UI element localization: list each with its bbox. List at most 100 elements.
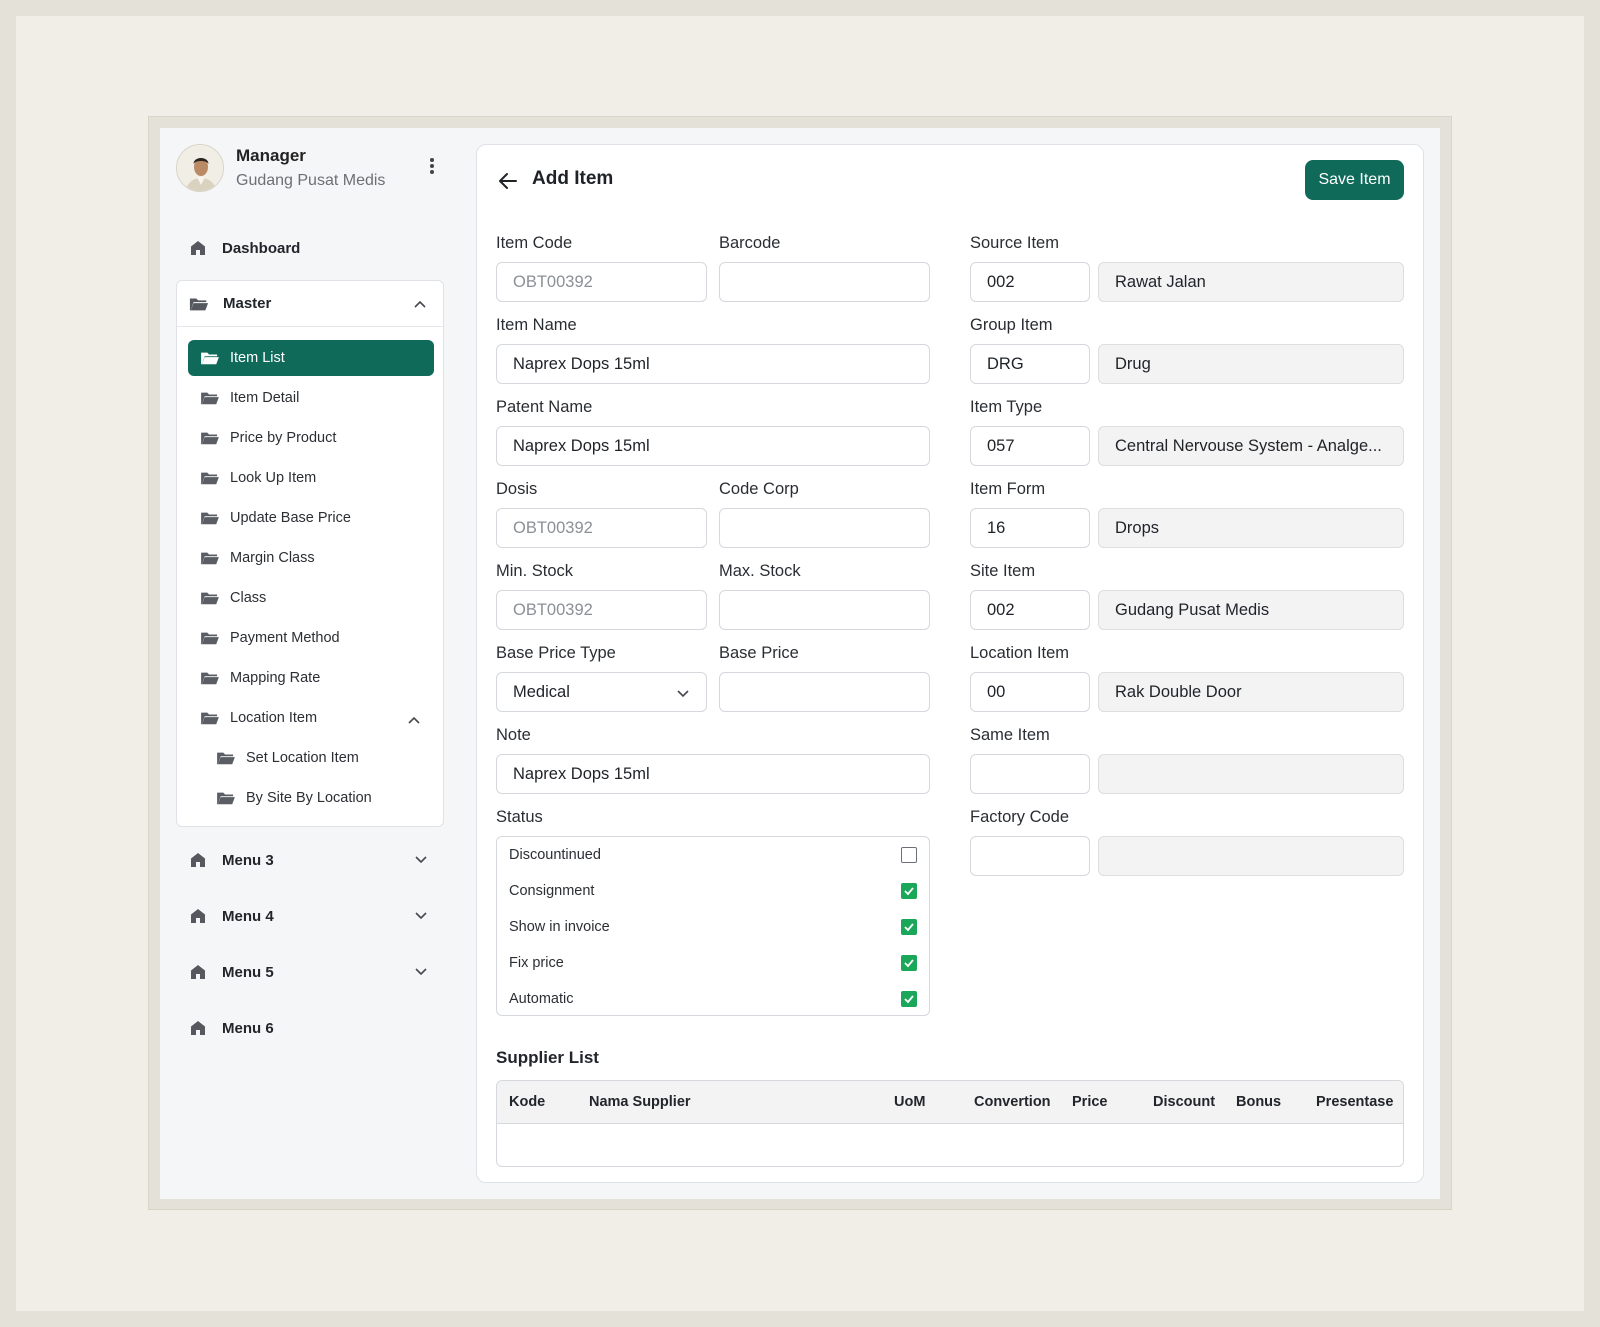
item-code-input[interactable] xyxy=(496,262,707,302)
sidebar-subitem-label: Item List xyxy=(230,350,285,366)
supplier-list-title: Supplier List xyxy=(496,1048,599,1067)
sidebar-subitem-label: Look Up Item xyxy=(230,470,317,486)
sidebar-subitem-set-location-item[interactable]: Set Location Item xyxy=(188,740,434,776)
status-option-label: Show in invoice xyxy=(509,919,610,935)
item-form-name-field xyxy=(1098,508,1404,548)
sidebar-subitem-by-site-by-location[interactable]: By Site By Location xyxy=(188,780,434,816)
sidebar-subitem-class[interactable]: Class xyxy=(188,580,434,616)
chevron-down-icon xyxy=(414,909,428,923)
base-price-input[interactable] xyxy=(719,672,930,712)
save-item-button[interactable]: Save Item xyxy=(1305,160,1404,200)
status-option-row: Discountinued xyxy=(497,837,929,873)
item-name-input[interactable] xyxy=(496,344,930,384)
group-item-label: Group Item xyxy=(970,316,1053,334)
folder-open-icon xyxy=(200,470,220,486)
factory-code-code-input[interactable] xyxy=(970,836,1090,876)
note-label: Note xyxy=(496,726,531,744)
checkbox-checked[interactable] xyxy=(901,955,917,971)
checkbox-checked[interactable] xyxy=(901,919,917,935)
sidebar-item-label: Master xyxy=(223,295,272,312)
sidebar-subitem-margin-class[interactable]: Margin Class xyxy=(188,540,434,576)
checkbox-unchecked[interactable] xyxy=(901,847,917,863)
sidebar-subitem-location-item[interactable]: Location Item xyxy=(188,700,434,736)
same-item-name-field xyxy=(1098,754,1404,794)
sidebar-subitem-label: Payment Method xyxy=(230,630,340,646)
user-profile: Manager Gudang Pusat Medis xyxy=(176,144,446,194)
site-item-name-field xyxy=(1098,590,1404,630)
folder-open-icon xyxy=(200,710,220,726)
code-corp-label: Code Corp xyxy=(719,480,799,498)
patent-name-input[interactable] xyxy=(496,426,930,466)
chevron-up-icon xyxy=(408,711,420,724)
sidebar-subitem-price-by-product[interactable]: Price by Product xyxy=(188,420,434,456)
status-option-label: Discountinued xyxy=(509,847,601,863)
chevron-down-icon xyxy=(676,686,690,700)
sidebar-item-label: Menu 6 xyxy=(222,1019,274,1037)
sidebar-item-menu-3[interactable]: Menu 3 xyxy=(176,842,444,878)
status-option-label: Fix price xyxy=(509,955,564,971)
page-title: Add Item xyxy=(532,168,614,189)
source-item-code-input[interactable] xyxy=(970,262,1090,302)
back-arrow-icon[interactable] xyxy=(496,169,520,193)
max-stock-input[interactable] xyxy=(719,590,930,630)
barcode-input[interactable] xyxy=(719,262,930,302)
base-price-type-select[interactable]: Medical xyxy=(496,672,707,712)
same-item-code-input[interactable] xyxy=(970,754,1090,794)
note-input[interactable] xyxy=(496,754,930,794)
home-icon xyxy=(188,962,208,982)
item-form-code-input[interactable] xyxy=(970,508,1090,548)
sidebar-subitem-payment-method[interactable]: Payment Method xyxy=(188,620,434,656)
folder-open-icon xyxy=(200,390,220,406)
sidebar-item-master[interactable]: Master xyxy=(177,281,443,327)
location-item-label: Location Item xyxy=(970,644,1070,662)
sidebar-item-dashboard[interactable]: Dashboard xyxy=(176,230,444,266)
location-item-code-input[interactable] xyxy=(970,672,1090,712)
column-header-uom[interactable]: UoM xyxy=(894,1094,925,1110)
home-icon xyxy=(188,850,208,870)
min-stock-input[interactable] xyxy=(496,590,707,630)
sidebar-item-menu-6[interactable]: Menu 6 xyxy=(176,1010,444,1046)
folder-open-icon xyxy=(216,790,236,806)
folder-open-icon xyxy=(200,670,220,686)
location-item-name-field xyxy=(1098,672,1404,712)
column-header-presentase[interactable]: Presentase xyxy=(1316,1094,1393,1110)
column-header-discount[interactable]: Discount xyxy=(1153,1094,1215,1110)
item-type-label: Item Type xyxy=(970,398,1043,416)
person-avatar-icon xyxy=(177,145,223,191)
factory-code-label: Factory Code xyxy=(970,808,1070,826)
factory-code-name-field xyxy=(1098,836,1404,876)
dosis-label: Dosis xyxy=(496,480,538,498)
status-option-label: Consignment xyxy=(509,883,595,899)
source-item-name-field xyxy=(1098,262,1404,302)
column-header-convertion[interactable]: Convertion xyxy=(974,1094,1051,1110)
sidebar-item-menu-5[interactable]: Menu 5 xyxy=(176,954,444,990)
sidebar-subitem-mapping-rate[interactable]: Mapping Rate xyxy=(188,660,434,696)
column-header-price[interactable]: Price xyxy=(1072,1094,1107,1110)
status-option-row: Fix price xyxy=(497,945,929,981)
dosis-input[interactable] xyxy=(496,508,707,548)
code-corp-input[interactable] xyxy=(719,508,930,548)
sidebar-subitem-item-list[interactable]: Item List xyxy=(188,340,434,376)
status-option-row: Show in invoice xyxy=(497,909,929,945)
column-header-bonus[interactable]: Bonus xyxy=(1236,1094,1281,1110)
sidebar-item-label: Menu 5 xyxy=(222,963,274,981)
more-options-icon[interactable] xyxy=(422,156,442,180)
source-item-label: Source Item xyxy=(970,234,1059,252)
folder-open-icon xyxy=(200,550,220,566)
checkbox-checked[interactable] xyxy=(901,883,917,899)
sidebar-item-menu-4[interactable]: Menu 4 xyxy=(176,898,444,934)
group-item-code-input[interactable] xyxy=(970,344,1090,384)
item-type-code-input[interactable] xyxy=(970,426,1090,466)
site-item-code-input[interactable] xyxy=(970,590,1090,630)
sidebar-subitem-update-base-price[interactable]: Update Base Price xyxy=(188,500,434,536)
column-header-kode[interactable]: Kode xyxy=(509,1094,545,1110)
folder-open-icon xyxy=(189,294,209,314)
sidebar-subitem-item-detail[interactable]: Item Detail xyxy=(188,380,434,416)
checkbox-checked[interactable] xyxy=(901,991,917,1007)
folder-open-icon xyxy=(200,510,220,526)
sidebar-item-label: Dashboard xyxy=(222,239,301,257)
base-price-type-value: Medical xyxy=(513,683,570,701)
column-header-nama-supplier[interactable]: Nama Supplier xyxy=(589,1094,691,1110)
home-icon xyxy=(188,906,208,926)
sidebar-subitem-look-up-item[interactable]: Look Up Item xyxy=(188,460,434,496)
